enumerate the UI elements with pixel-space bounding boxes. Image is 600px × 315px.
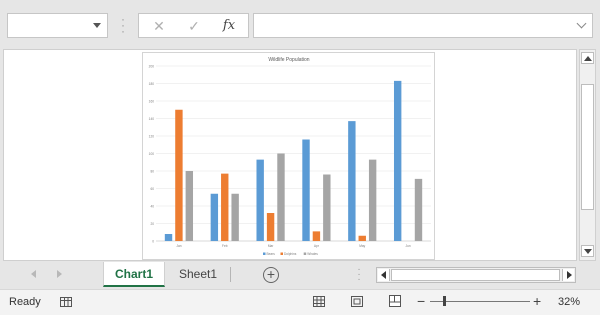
x-tick-label: Apr [314,244,320,248]
expand-formula-icon[interactable] [576,18,587,29]
y-tick-label: 100 [149,152,155,156]
sheet-tab-bar: Chart1 Sheet1 + · · · [0,262,600,288]
chart-svg: Wildlife Population 0 20 40 60 80 100 120 140 160… [149,57,431,256]
page-break-preview-icon[interactable] [389,295,402,308]
status-ready: Ready [9,296,41,308]
scroll-right-button[interactable] [562,269,574,281]
bar-bears-mar [256,159,264,241]
arrow-down-icon [584,249,592,254]
zoom-out-button[interactable]: − [417,293,425,309]
legend-label-whales: Whales [307,252,318,256]
y-tick-label: 160 [149,99,155,103]
bar-whales-jan [185,171,194,241]
drag-handle-icon[interactable]: · · · [356,265,362,285]
legend-swatch-whales [303,252,307,255]
bar-bears-feb [210,193,219,241]
y-tick-label: 200 [149,64,155,68]
y-tick-label: 120 [149,134,155,138]
scroll-up-button[interactable] [581,52,594,64]
insert-function-icon[interactable]: fx [219,17,239,35]
x-tick-label: Mar [268,244,274,248]
legend-label-bears: Bears [267,252,276,256]
vertical-scrollbar[interactable] [579,49,596,261]
tab-chart1[interactable]: Chart1 [103,262,165,287]
x-tick-label: Feb [222,244,228,248]
bar-bears-jun [393,80,402,241]
page-layout-icon[interactable] [351,296,364,308]
zoom-in-button[interactable]: + [533,293,541,309]
bar-bears-jan [164,234,173,241]
arrow-left-icon [381,271,386,279]
new-sheet-icon[interactable]: + [263,267,279,283]
y-tick-label: 20 [150,222,154,226]
formula-input[interactable] [253,13,593,38]
status-bar: Ready − + 32% [0,289,600,315]
legend-swatch-dolphins [280,252,283,255]
bar-bears-may [348,121,356,241]
bar-dolphins-feb [221,173,229,241]
y-tick-label: 60 [150,187,154,191]
bar-dolphins-jan [175,109,183,241]
scroll-down-button[interactable] [581,245,594,257]
cancel-icon[interactable]: ✕ [149,17,169,35]
horizontal-scroll-thumb[interactable] [391,269,560,281]
arrow-up-icon [584,56,592,61]
zoom-slider-thumb[interactable] [443,296,446,306]
zoom-level[interactable]: 32% [558,296,580,308]
accessibility-icon[interactable] [60,296,73,308]
bar-whales-jun [414,178,423,241]
vertical-scroll-thumb[interactable] [581,84,594,210]
bar-whales-mar [277,153,285,241]
x-tick-label: Jun [406,244,411,248]
y-tick-label: 40 [150,204,154,208]
next-sheet-icon[interactable] [57,270,62,278]
enter-icon[interactable]: ✓ [184,17,204,35]
legend-swatch-bears [263,252,266,255]
horizontal-scrollbar[interactable] [376,267,576,283]
bar-whales-feb [231,193,239,241]
bar-whales-may [368,159,377,241]
legend-label-dolphins: Dolphins [284,252,297,256]
y-tick-label: 0 [152,239,154,243]
bar-dolphins-apr [312,231,321,241]
bar-whales-apr [323,174,331,241]
previous-sheet-icon[interactable] [31,270,36,278]
bar-bears-apr [302,139,310,241]
tab-sheet1[interactable]: Sheet1 [167,262,229,287]
y-tick-label: 80 [150,169,154,173]
bar-dolphins-may [358,235,366,241]
drag-handle-icon[interactable]: · · · [120,13,126,37]
scroll-left-button[interactable] [378,269,390,281]
excel-window: · · · ✕ ✓ fx Wildlife Population 0 20 40 60 80 1… [0,0,600,315]
normal-view-icon[interactable] [313,296,326,308]
tab-divider [230,267,231,282]
chart-area[interactable]: Wildlife Population 0 20 40 60 80 100 120 140 160… [142,52,435,260]
x-tick-label: Jan [176,244,181,248]
y-tick-label: 140 [149,117,155,121]
bar-dolphins-mar [266,213,275,241]
y-tick-label: 180 [149,82,155,86]
formula-buttons: ✕ ✓ fx [138,13,249,38]
arrow-right-icon [567,271,572,279]
name-box[interactable] [7,13,108,38]
chart-title: Wildlife Population [268,57,309,63]
chevron-down-icon[interactable] [93,23,101,28]
x-tick-label: May [359,244,365,248]
